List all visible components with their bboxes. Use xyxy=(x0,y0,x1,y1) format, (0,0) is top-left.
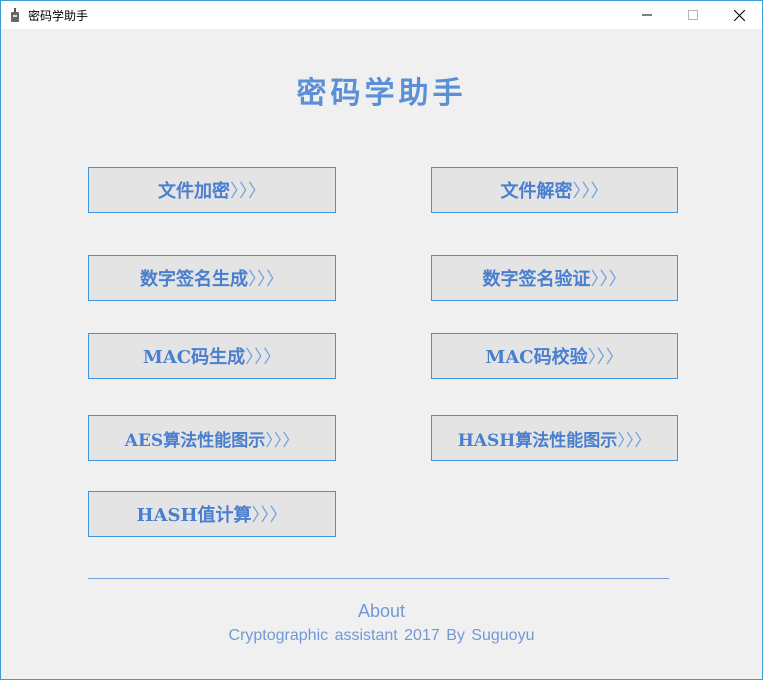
maximize-icon xyxy=(688,10,698,20)
minimize-icon xyxy=(642,14,652,16)
hash-performance-button[interactable]: HASH算法性能图示 〉〉〉 xyxy=(431,415,678,461)
button-label: AES算法性能图示 xyxy=(124,430,266,451)
main-panel: 密码学助手 文件加密 〉〉〉 文件解密 〉〉〉 数字签名生成 〉〉〉 数字签名验证 〉〉… xyxy=(1,29,762,679)
chevrons-icon: 〉〉〉 xyxy=(230,181,266,202)
signature-verify-button[interactable]: 数字签名验证 〉〉〉 xyxy=(431,255,678,301)
encrypt-file-button[interactable]: 文件加密 〉〉〉 xyxy=(88,167,336,213)
button-label: 数字签名验证 xyxy=(482,269,591,290)
button-label: 数字签名生成 xyxy=(140,269,248,290)
chevrons-icon: 〉〉〉 xyxy=(248,269,284,290)
button-label: MAC码校验 xyxy=(485,347,588,368)
button-label: MAC码生成 xyxy=(142,347,246,368)
button-label: 文件加密 xyxy=(158,181,230,202)
page-title-text: 密码学助手 xyxy=(296,76,467,111)
window-title: 密码学助手 xyxy=(28,9,89,23)
chevrons-icon: 〉〉〉 xyxy=(245,347,282,368)
chevrons-icon: 〉〉〉 xyxy=(251,505,288,526)
chevrons-icon: 〉〉〉 xyxy=(617,430,652,451)
hash-compute-button[interactable]: HASH值计算 〉〉〉 xyxy=(88,491,336,537)
button-label: 文件解密 xyxy=(500,181,573,202)
maximize-button[interactable] xyxy=(670,1,716,29)
mac-generate-button[interactable]: MAC码生成 〉〉〉 xyxy=(88,333,336,379)
decrypt-file-button[interactable]: 文件解密 〉〉〉 xyxy=(431,167,678,213)
close-icon xyxy=(733,9,745,21)
divider xyxy=(88,578,669,579)
app-window: 密码学助手 密码学助手 文件加密 〉〉〉 文件解密 〉〉〉 数字签名生成 〉〉〉 数字… xyxy=(0,0,763,680)
button-label: HASH算法性能图示 xyxy=(457,430,618,451)
close-button[interactable] xyxy=(716,1,762,29)
mac-verify-button[interactable]: MAC码校验 〉〉〉 xyxy=(431,333,678,379)
aes-performance-button[interactable]: AES算法性能图示 〉〉〉 xyxy=(88,415,336,461)
button-label: HASH值计算 xyxy=(136,505,252,526)
page-title: 密码学助手 xyxy=(1,68,762,112)
chevrons-icon: 〉〉〉 xyxy=(572,181,609,202)
credit-text: Cryptographic assistant 2017 By Suguoyu xyxy=(228,627,535,644)
about-link[interactable]: About xyxy=(1,601,762,622)
minimize-button[interactable] xyxy=(624,1,670,29)
app-icon xyxy=(11,8,19,22)
chevrons-icon: 〉〉〉 xyxy=(265,430,300,451)
chevrons-icon: 〉〉〉 xyxy=(587,347,624,368)
signature-generate-button[interactable]: 数字签名生成 〉〉〉 xyxy=(88,255,336,301)
chevrons-icon: 〉〉〉 xyxy=(590,269,627,290)
title-bar[interactable]: 密码学助手 xyxy=(1,1,762,29)
